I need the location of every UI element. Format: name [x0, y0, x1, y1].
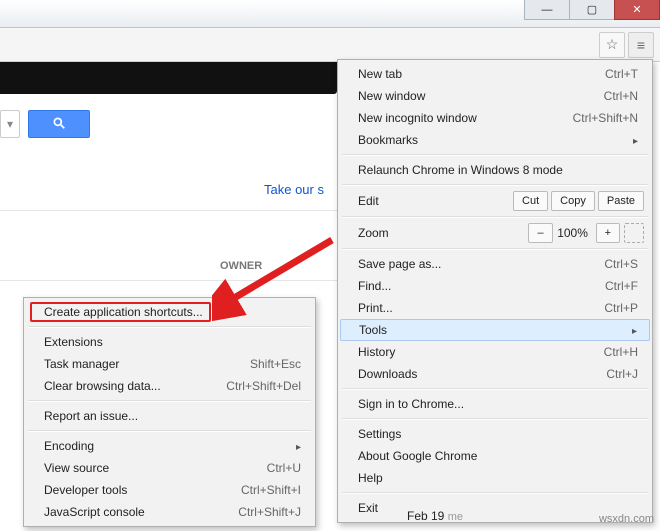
menu-separator: [342, 216, 648, 218]
paste-button[interactable]: Paste: [598, 191, 644, 211]
zoom-value: 100%: [553, 226, 593, 240]
menu-separator: [28, 326, 311, 328]
search-icon: [52, 116, 66, 133]
zoom-in-button[interactable]: +: [596, 223, 620, 243]
menu-new-tab[interactable]: New tabCtrl+T: [340, 63, 650, 85]
menu-edit-row: Edit Cut Copy Paste: [340, 189, 650, 213]
submenu-task-manager[interactable]: Task managerShift+Esc: [26, 353, 313, 375]
fullscreen-icon[interactable]: [624, 223, 644, 243]
divider: [0, 210, 337, 211]
menu-new-window[interactable]: New windowCtrl+N: [340, 85, 650, 107]
menu-separator: [28, 400, 311, 402]
submenu-report-issue[interactable]: Report an issue...: [26, 405, 313, 427]
menu-tools[interactable]: Tools: [340, 319, 650, 341]
chrome-menu-button[interactable]: ≡: [628, 32, 654, 58]
watermark: wsxdn.com: [599, 513, 654, 525]
browser-toolbar: ☆ ≡: [0, 28, 660, 62]
chrome-main-menu: New tabCtrl+T New windowCtrl+N New incog…: [337, 59, 653, 523]
app-header-dark: [0, 62, 337, 94]
tools-submenu: Create application shortcuts... Extensio…: [23, 297, 316, 527]
menu-help[interactable]: Help: [340, 467, 650, 489]
menu-settings[interactable]: Settings: [340, 423, 650, 445]
zoom-out-button[interactable]: –: [528, 223, 552, 243]
submenu-extensions[interactable]: Extensions: [26, 331, 313, 353]
menu-separator: [342, 154, 648, 156]
menu-bookmarks[interactable]: Bookmarks: [340, 129, 650, 151]
menu-save-as[interactable]: Save page as...Ctrl+S: [340, 253, 650, 275]
submenu-js-console[interactable]: JavaScript consoleCtrl+Shift+J: [26, 501, 313, 523]
window-minimize-button[interactable]: —: [524, 0, 570, 20]
submenu-clear-browsing[interactable]: Clear browsing data...Ctrl+Shift+Del: [26, 375, 313, 397]
menu-print[interactable]: Print...Ctrl+P: [340, 297, 650, 319]
menu-separator: [342, 418, 648, 420]
divider: [0, 280, 337, 281]
take-survey-link[interactable]: Take our s: [264, 182, 324, 197]
submenu-encoding[interactable]: Encoding: [26, 435, 313, 457]
menu-find[interactable]: Find...Ctrl+F: [340, 275, 650, 297]
menu-separator: [342, 184, 648, 186]
search-button[interactable]: [28, 110, 90, 138]
menu-separator: [342, 492, 648, 494]
date-label: Feb 19 me: [407, 509, 463, 523]
menu-relaunch-win8[interactable]: Relaunch Chrome in Windows 8 mode: [340, 159, 650, 181]
filter-dropdown[interactable]: ▾: [0, 110, 20, 138]
search-row: ▾: [0, 110, 90, 138]
menu-signin[interactable]: Sign in to Chrome...: [340, 393, 650, 415]
menu-separator: [342, 248, 648, 250]
bookmark-star-icon[interactable]: ☆: [599, 32, 625, 58]
window-maximize-button[interactable]: ▢: [569, 0, 615, 20]
menu-separator: [28, 430, 311, 432]
menu-incognito[interactable]: New incognito windowCtrl+Shift+N: [340, 107, 650, 129]
submenu-devtools[interactable]: Developer toolsCtrl+Shift+I: [26, 479, 313, 501]
copy-button[interactable]: Copy: [551, 191, 595, 211]
column-header-owner: OWNER: [220, 260, 262, 272]
menu-zoom-row: Zoom – 100% +: [340, 221, 650, 245]
cut-button[interactable]: Cut: [513, 191, 548, 211]
window-titlebar: — ▢ ✕: [0, 0, 660, 28]
menu-about[interactable]: About Google Chrome: [340, 445, 650, 467]
menu-history[interactable]: HistoryCtrl+H: [340, 341, 650, 363]
submenu-create-shortcuts[interactable]: Create application shortcuts...: [26, 301, 313, 323]
window-close-button[interactable]: ✕: [614, 0, 660, 20]
edit-label: Edit: [358, 194, 510, 208]
submenu-view-source[interactable]: View sourceCtrl+U: [26, 457, 313, 479]
menu-separator: [342, 388, 648, 390]
menu-downloads[interactable]: DownloadsCtrl+J: [340, 363, 650, 385]
zoom-label: Zoom: [358, 226, 525, 240]
